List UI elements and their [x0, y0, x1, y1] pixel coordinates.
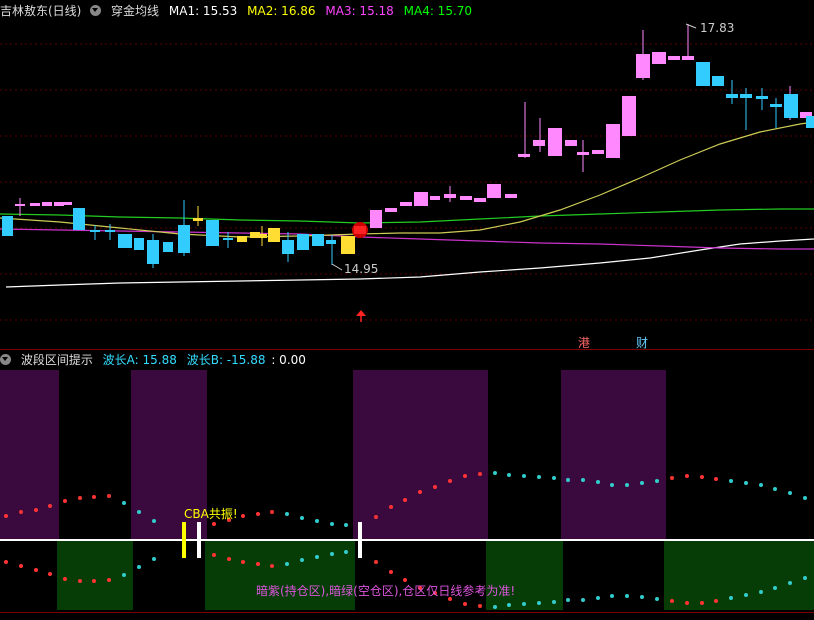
wave-a-label: 波长A: 15.88 — [102, 353, 177, 367]
grid-lines — [0, 43, 814, 321]
panel-divider[interactable] — [0, 349, 814, 350]
zone-legend-note: 暗紫(持仓区),暗绿(空仓区),仓区仅日线参考为准! — [256, 583, 515, 598]
tag-cai[interactable]: 财 — [636, 336, 648, 350]
ma-line-yellow — [0, 121, 814, 238]
ma1-label: MA1: 15.53 — [168, 4, 238, 18]
cba-bar-1 — [182, 522, 186, 558]
bottom-indicator-name[interactable]: 波段区间提示 — [21, 353, 93, 367]
low-price-label: 14.95 — [344, 262, 378, 276]
buy-arrow-icon — [356, 310, 366, 322]
high-price-label: 17.83 — [700, 21, 734, 35]
ma2-label: MA2: 16.86 — [247, 4, 316, 18]
tag-gang[interactable]: 港 — [578, 336, 590, 350]
indicator-dropdown-icon-2[interactable] — [0, 354, 11, 365]
ma4-label: MA4: 15.70 — [403, 4, 473, 18]
signal-bar — [358, 522, 362, 558]
candlestick-chart[interactable]: 17.83 14.95 港 财 — [0, 20, 814, 350]
cba-bar-2 — [197, 522, 201, 558]
holding-zones — [0, 370, 666, 540]
indicator-dropdown-icon[interactable] — [90, 5, 102, 16]
ma3-label: MA3: 15.18 — [325, 4, 394, 18]
wave-b-label: 波长B: -15.88 — [186, 353, 266, 367]
cba-resonance-label: CBA共振! — [184, 507, 238, 521]
empty-zones — [57, 540, 814, 610]
bottom-panel-header: 波段区间提示 波长A: 15.88 波长B: -15.88 : 0.00 — [0, 351, 312, 369]
extra-label: : 0.00 — [271, 353, 306, 367]
band-indicator-chart[interactable]: CBA共振! 暗紫(持仓区),暗绿(空仓区),仓区仅日线参考为准! — [0, 370, 814, 612]
indicator-name[interactable]: 穿金均线 — [111, 4, 159, 18]
stock-title[interactable]: 吉林敖东(日线) — [0, 4, 81, 18]
top-panel-header: 吉林敖东(日线) 穿金均线 MA1: 15.53 MA2: 16.86 MA3:… — [0, 2, 478, 20]
ma-line-green — [0, 208, 814, 224]
